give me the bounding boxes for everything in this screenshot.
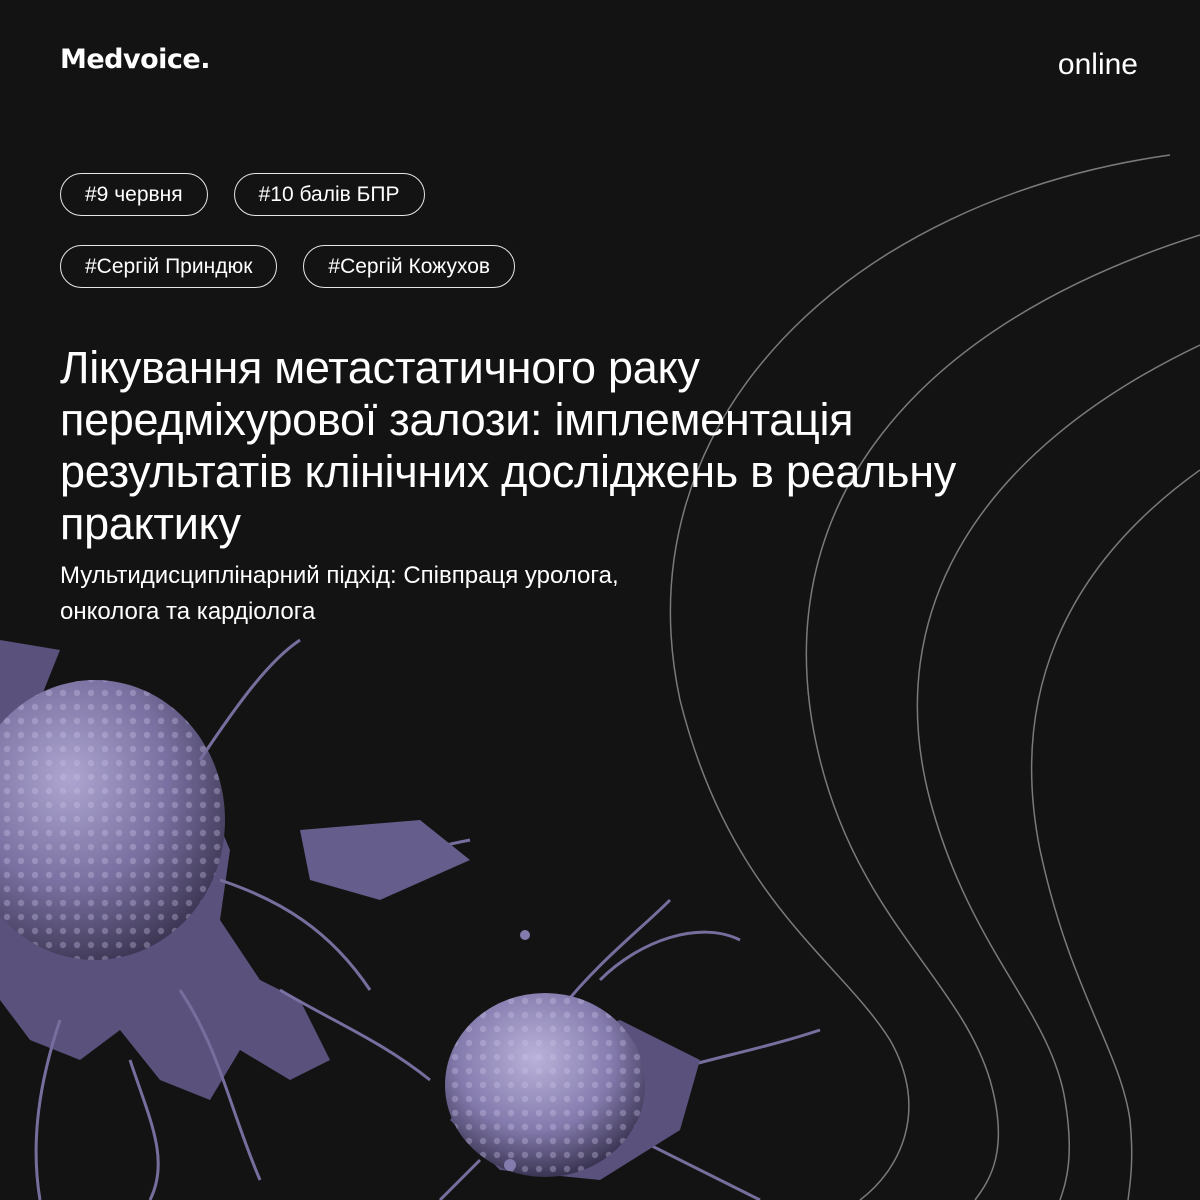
tag-points: #10 балів БПР — [233, 173, 425, 216]
tag-date: #9 червня — [60, 173, 208, 216]
tag-row: #9 червня #10 балів БПР — [60, 173, 700, 216]
page-title: Лікування метастатичного раку передміхур… — [60, 342, 956, 549]
tag-list: #9 червня #10 балів БПР #Сергій Приндюк … — [60, 173, 700, 317]
page-subtitle: Мультидисциплінарний підхід: Співпраця у… — [60, 562, 619, 625]
tag-row: #Сергій Приндюк #Сергій Кожухов — [60, 245, 700, 288]
tag-speaker: #Сергій Кожухов — [303, 245, 516, 288]
cell-image-center — [279, 898, 821, 1200]
tag-speaker: #Сергій Приндюк — [60, 245, 278, 288]
decorative-arcs — [669, 154, 1200, 1200]
cell-image-left — [0, 638, 471, 1200]
event-format-label: online — [1057, 48, 1138, 81]
brand-logo[interactable]: Medvoice. — [60, 44, 211, 75]
